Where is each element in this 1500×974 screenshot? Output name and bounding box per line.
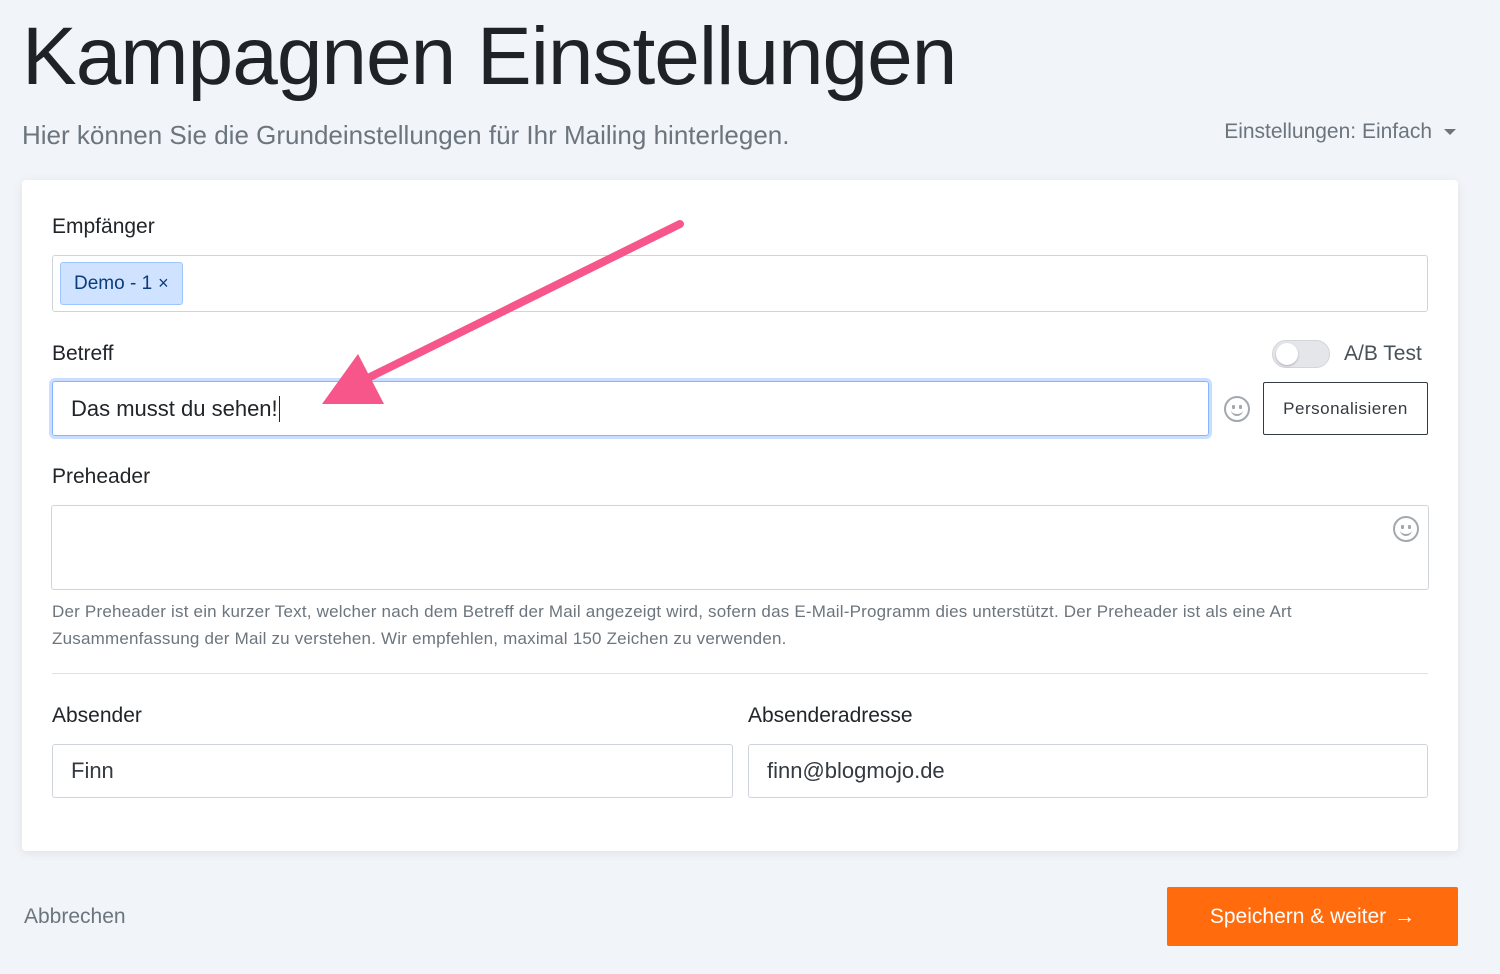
preheader-label: Preheader xyxy=(52,465,151,488)
campaign-settings-card: Empfänger Demo - 1 × Betreff A/B Test Da… xyxy=(22,180,1458,851)
subject-label: Betreff xyxy=(52,342,114,365)
recipient-tag[interactable]: Demo - 1 × xyxy=(60,262,183,305)
preheader-input[interactable] xyxy=(51,505,1429,590)
recipient-tag-label: Demo - 1 xyxy=(74,272,153,294)
personalize-button[interactable]: Personalisieren xyxy=(1263,382,1428,435)
toggle-knob xyxy=(1276,343,1298,365)
divider xyxy=(52,673,1428,674)
page-subtitle: Hier können Sie die Grundeinstellungen f… xyxy=(22,120,790,150)
ab-test-label: A/B Test xyxy=(1344,342,1422,365)
recipients-input[interactable]: Demo - 1 × xyxy=(52,255,1428,312)
settings-mode-label: Einstellungen: Einfach xyxy=(1224,120,1432,143)
text-cursor xyxy=(278,395,280,422)
ab-test-toggle[interactable] xyxy=(1272,340,1330,368)
sender-address-value: finn@blogmojo.de xyxy=(767,758,945,783)
sender-value: Finn xyxy=(71,758,114,783)
recipients-label: Empfänger xyxy=(52,215,155,238)
preheader-help-text: Der Preheader ist ein kurzer Text, welch… xyxy=(52,602,1292,648)
sender-address-label: Absenderadresse xyxy=(748,704,913,727)
tag-remove-icon[interactable]: × xyxy=(158,273,169,294)
chevron-down-icon xyxy=(1444,129,1456,135)
smiley-icon[interactable] xyxy=(1224,396,1250,422)
page-title: Kampagnen Einstellungen xyxy=(22,11,957,102)
sender-input[interactable]: Finn xyxy=(52,744,733,798)
sender-address-input[interactable]: finn@blogmojo.de xyxy=(748,744,1428,798)
subject-input[interactable]: Das musst du sehen! xyxy=(52,381,1209,436)
subject-value: Das musst du sehen! xyxy=(71,395,278,421)
arrow-right-icon: → xyxy=(1394,904,1416,928)
save-button-label: Speichern & weiter xyxy=(1209,904,1387,928)
smiley-icon[interactable] xyxy=(1393,516,1419,542)
settings-mode-dropdown[interactable]: Einstellungen: Einfach xyxy=(1224,120,1456,144)
save-continue-button[interactable]: Speichern & weiter → xyxy=(1167,887,1458,946)
sender-label: Absender xyxy=(52,704,142,727)
cancel-link[interactable]: Abbrechen xyxy=(24,905,126,929)
